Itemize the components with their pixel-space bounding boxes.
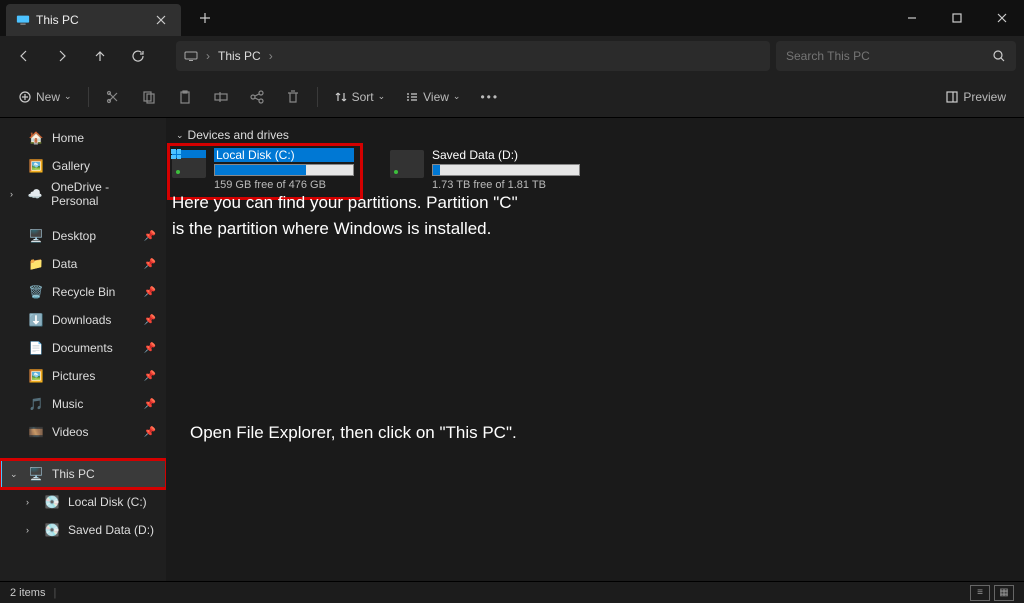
- view-label: View: [423, 90, 449, 104]
- sidebar-item-documents[interactable]: 📄Documents📌: [0, 334, 166, 362]
- pin-icon: 📌: [144, 231, 156, 242]
- address-segment[interactable]: This PC: [218, 49, 261, 63]
- sidebar-item-gallery[interactable]: 🖼️Gallery: [0, 152, 166, 180]
- tab-title: This PC: [36, 13, 145, 27]
- drive-icon: 💽: [44, 494, 60, 510]
- storage-bar: [214, 164, 354, 176]
- new-label: New: [36, 90, 60, 104]
- new-button[interactable]: New ⌄: [10, 82, 80, 112]
- drive-icon: 💽: [44, 522, 60, 538]
- pictures-icon: 🖼️: [28, 368, 44, 384]
- copy-button[interactable]: [133, 82, 165, 112]
- maximize-button[interactable]: [934, 0, 979, 36]
- pc-path-icon: [184, 49, 198, 63]
- home-icon: 🏠: [28, 130, 44, 146]
- toolbar-divider: [317, 87, 318, 107]
- chevron-down-icon: ⌄: [64, 91, 72, 102]
- chevron-right-icon[interactable]: ›: [26, 497, 36, 507]
- videos-icon: 🎞️: [28, 424, 44, 440]
- titlebar: This PC: [0, 0, 1024, 36]
- address-bar-row: › This PC ›: [0, 36, 1024, 76]
- chevron-down-icon: ⌄: [453, 91, 461, 102]
- sidebar-item-downloads[interactable]: ⬇️Downloads📌: [0, 306, 166, 334]
- toolbar-divider: [88, 87, 89, 107]
- paste-button[interactable]: [169, 82, 201, 112]
- pin-icon: 📌: [144, 427, 156, 438]
- rename-button[interactable]: [205, 82, 237, 112]
- music-icon: 🎵: [28, 396, 44, 412]
- tiles-view-button[interactable]: ▦: [994, 585, 1014, 601]
- pin-icon: 📌: [144, 259, 156, 270]
- downloads-icon: ⬇️: [28, 312, 44, 328]
- new-tab-button[interactable]: [193, 6, 217, 30]
- close-tab-button[interactable]: [151, 10, 171, 30]
- pin-icon: 📌: [144, 371, 156, 382]
- sidebar-item-home[interactable]: 🏠Home: [0, 124, 166, 152]
- sort-label: Sort: [352, 90, 374, 104]
- more-button[interactable]: •••: [472, 82, 507, 112]
- chevron-right-icon: ›: [269, 49, 273, 63]
- refresh-button[interactable]: [122, 40, 154, 72]
- annotation-partitions: Here you can find your partitions. Parti…: [172, 190, 532, 243]
- chevron-right-icon: ›: [206, 49, 210, 63]
- pin-icon: 📌: [144, 343, 156, 354]
- preview-button[interactable]: Preview: [937, 82, 1014, 112]
- cloud-icon: ☁️: [28, 186, 43, 202]
- delete-button[interactable]: [277, 82, 309, 112]
- sidebar-item-data[interactable]: 📁Data📌: [0, 250, 166, 278]
- sidebar-item-local-disk-c[interactable]: ›💽Local Disk (C:): [0, 488, 166, 516]
- sort-button[interactable]: Sort ⌄: [326, 82, 394, 112]
- search-input[interactable]: [786, 49, 992, 63]
- group-header-devices[interactable]: ⌄ Devices and drives: [176, 128, 1014, 142]
- search-icon: [992, 49, 1006, 63]
- close-window-button[interactable]: [979, 0, 1024, 36]
- sidebar-item-desktop[interactable]: 🖥️Desktop📌: [0, 222, 166, 250]
- chevron-right-icon[interactable]: ›: [10, 189, 20, 199]
- forward-button[interactable]: [46, 40, 78, 72]
- address-bar[interactable]: › This PC ›: [176, 41, 770, 71]
- desktop-icon: 🖥️: [28, 228, 44, 244]
- sidebar-item-videos[interactable]: 🎞️Videos📌: [0, 418, 166, 446]
- content-pane: ⌄ Devices and drives Local Disk (C:) 159…: [166, 118, 1024, 581]
- status-bar: 2 items | ≡ ▦: [0, 581, 1024, 603]
- documents-icon: 📄: [28, 340, 44, 356]
- sidebar-item-recycle[interactable]: 🗑️Recycle Bin📌: [0, 278, 166, 306]
- sidebar-item-pictures[interactable]: 🖼️Pictures📌: [0, 362, 166, 390]
- pc-icon: 🖥️: [28, 466, 44, 482]
- status-item-count: 2 items: [10, 587, 45, 599]
- pin-icon: 📌: [144, 315, 156, 326]
- annotation-open-explorer: Open File Explorer, then click on "This …: [190, 420, 550, 446]
- sidebar-item-this-pc[interactable]: ⌄🖥️This PC: [0, 460, 166, 488]
- chevron-down-icon: ⌄: [378, 91, 386, 102]
- pin-icon: 📌: [144, 287, 156, 298]
- gallery-icon: 🖼️: [28, 158, 44, 174]
- folder-icon: 📁: [28, 256, 44, 272]
- view-button[interactable]: View ⌄: [397, 82, 468, 112]
- sidebar-item-music[interactable]: 🎵Music📌: [0, 390, 166, 418]
- drive-name: Local Disk (C:): [214, 148, 354, 162]
- chevron-down-icon[interactable]: ⌄: [10, 469, 20, 480]
- drive-icon: [172, 150, 206, 178]
- pin-icon: 📌: [144, 399, 156, 410]
- chevron-right-icon[interactable]: ›: [26, 525, 36, 535]
- chevron-down-icon: ⌄: [176, 130, 184, 141]
- back-button[interactable]: [8, 40, 40, 72]
- drive-icon: [390, 150, 424, 178]
- search-box[interactable]: [776, 41, 1016, 71]
- details-view-button[interactable]: ≡: [970, 585, 990, 601]
- tab-this-pc[interactable]: This PC: [6, 4, 181, 36]
- drive-name: Saved Data (D:): [432, 148, 580, 162]
- pc-icon: [16, 13, 30, 27]
- toolbar: New ⌄ Sort ⌄ View ⌄ ••• Preview: [0, 76, 1024, 118]
- up-button[interactable]: [84, 40, 116, 72]
- recycle-icon: 🗑️: [28, 284, 44, 300]
- sidebar-item-saved-data-d[interactable]: ›💽Saved Data (D:): [0, 516, 166, 544]
- cut-button[interactable]: [97, 82, 129, 112]
- preview-label: Preview: [963, 90, 1006, 104]
- sidebar: 🏠Home 🖼️Gallery ›☁️OneDrive - Personal 🖥…: [0, 118, 166, 581]
- sidebar-item-onedrive[interactable]: ›☁️OneDrive - Personal: [0, 180, 166, 208]
- minimize-button[interactable]: [889, 0, 934, 36]
- share-button[interactable]: [241, 82, 273, 112]
- storage-bar: [432, 164, 580, 176]
